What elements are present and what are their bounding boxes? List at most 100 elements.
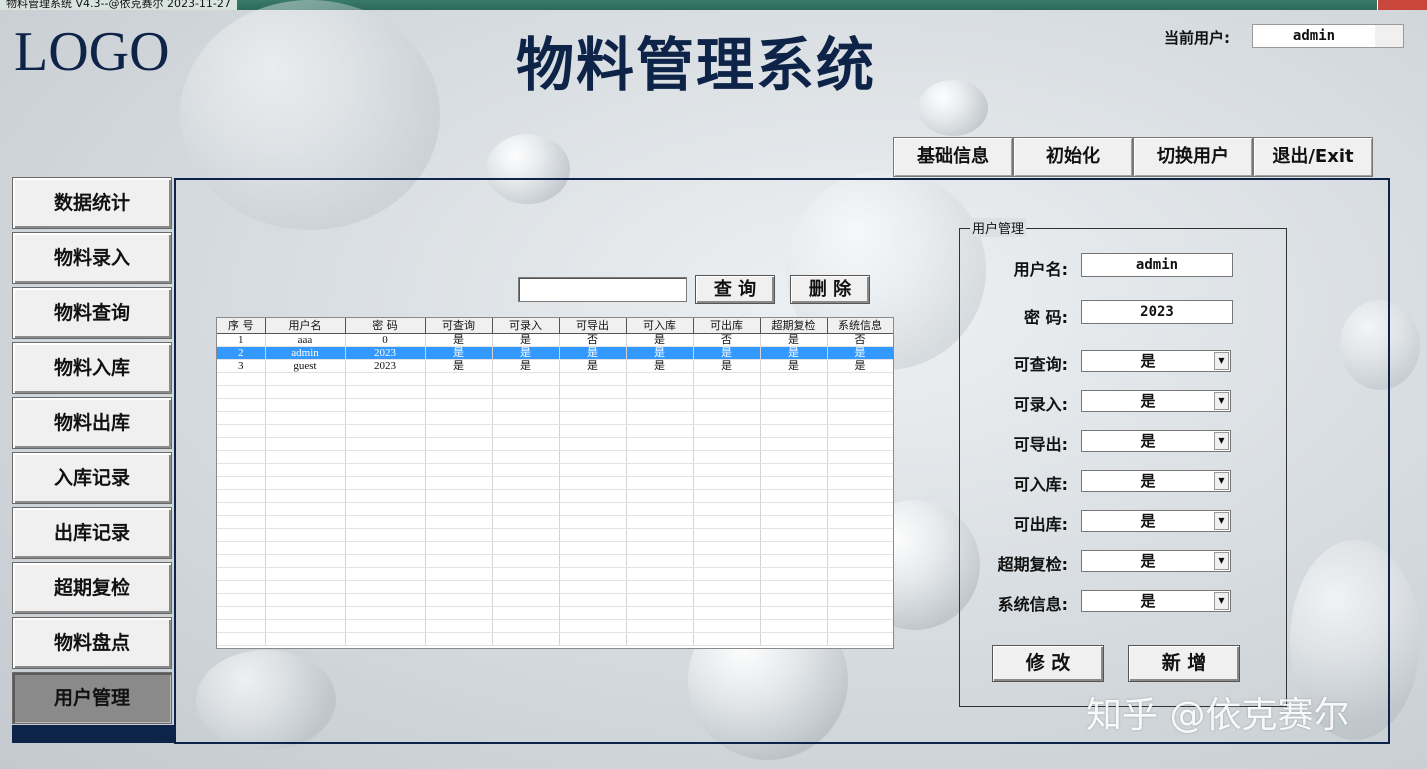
table-cell[interactable] bbox=[345, 580, 426, 594]
table-cell[interactable] bbox=[693, 450, 761, 464]
table-cell[interactable] bbox=[760, 372, 828, 386]
table-cell[interactable] bbox=[492, 463, 560, 477]
table-row[interactable] bbox=[217, 424, 893, 438]
table-cell[interactable] bbox=[626, 593, 694, 607]
column-header-can-entry[interactable]: 可录入 bbox=[492, 318, 560, 334]
table-cell[interactable] bbox=[827, 502, 893, 516]
table-cell[interactable] bbox=[626, 411, 694, 425]
table-cell[interactable] bbox=[425, 541, 493, 555]
column-header-system-info[interactable]: 系统信息 bbox=[827, 318, 893, 334]
table-row[interactable] bbox=[217, 463, 893, 477]
table-cell[interactable] bbox=[217, 411, 266, 425]
table-cell[interactable] bbox=[693, 385, 761, 399]
table-cell[interactable] bbox=[265, 385, 346, 399]
table-row[interactable] bbox=[217, 437, 893, 451]
table-row[interactable] bbox=[217, 450, 893, 464]
table-cell[interactable] bbox=[559, 580, 627, 594]
sidebar-item-out-records[interactable]: 出库记录 bbox=[12, 507, 172, 559]
table-cell[interactable] bbox=[626, 567, 694, 581]
table-cell[interactable] bbox=[492, 489, 560, 503]
column-header-username[interactable]: 用户名 bbox=[265, 318, 346, 334]
user-table[interactable]: 序 号 用户名 密 码 可查询 可录入 可导出 可入库 可出库 超期复检 系统信… bbox=[216, 317, 894, 649]
table-cell[interactable] bbox=[559, 554, 627, 568]
table-cell[interactable]: 是 bbox=[559, 359, 627, 373]
table-cell[interactable] bbox=[492, 619, 560, 633]
column-header-can-query[interactable]: 可查询 bbox=[425, 318, 493, 334]
table-cell[interactable]: 是 bbox=[492, 359, 560, 373]
can-stock-out-select[interactable]: 是 ▼ bbox=[1081, 510, 1231, 532]
table-cell[interactable]: 是 bbox=[425, 359, 493, 373]
table-cell[interactable] bbox=[265, 424, 346, 438]
table-cell[interactable]: 否 bbox=[827, 333, 893, 347]
table-cell[interactable] bbox=[760, 580, 828, 594]
table-cell[interactable] bbox=[345, 424, 426, 438]
table-cell[interactable] bbox=[693, 411, 761, 425]
table-cell[interactable] bbox=[217, 541, 266, 555]
add-button[interactable]: 新 增 bbox=[1128, 645, 1240, 682]
table-cell[interactable] bbox=[559, 502, 627, 516]
table-cell[interactable] bbox=[425, 567, 493, 581]
table-cell[interactable]: 是 bbox=[425, 346, 493, 360]
table-cell[interactable] bbox=[760, 554, 828, 568]
table-cell[interactable] bbox=[693, 437, 761, 451]
table-cell[interactable] bbox=[217, 437, 266, 451]
table-cell[interactable]: 是 bbox=[626, 333, 694, 347]
table-cell[interactable] bbox=[559, 515, 627, 529]
table-cell[interactable] bbox=[265, 528, 346, 542]
sidebar-item-user-management[interactable]: 用户管理 bbox=[12, 672, 172, 724]
table-cell[interactable] bbox=[626, 554, 694, 568]
table-cell[interactable] bbox=[827, 463, 893, 477]
table-cell[interactable] bbox=[265, 554, 346, 568]
sidebar-item-material-query[interactable]: 物料查询 bbox=[12, 287, 172, 339]
chevron-down-icon[interactable]: ▼ bbox=[1214, 552, 1229, 570]
table-cell[interactable] bbox=[559, 424, 627, 438]
table-cell[interactable] bbox=[693, 476, 761, 490]
table-cell[interactable]: 否 bbox=[693, 333, 761, 347]
table-cell[interactable] bbox=[760, 411, 828, 425]
table-cell[interactable] bbox=[760, 385, 828, 399]
table-cell[interactable] bbox=[760, 606, 828, 620]
table-cell[interactable] bbox=[827, 593, 893, 607]
table-cell[interactable] bbox=[827, 567, 893, 581]
delete-button[interactable]: 删 除 bbox=[790, 275, 870, 304]
table-cell[interactable] bbox=[559, 398, 627, 412]
table-cell[interactable] bbox=[265, 541, 346, 555]
table-cell[interactable] bbox=[693, 606, 761, 620]
table-cell[interactable] bbox=[492, 528, 560, 542]
sidebar-item-material-entry[interactable]: 物料录入 bbox=[12, 232, 172, 284]
table-cell[interactable] bbox=[425, 450, 493, 464]
table-cell[interactable] bbox=[345, 528, 426, 542]
table-cell[interactable]: 1 bbox=[217, 333, 266, 347]
table-cell[interactable] bbox=[559, 567, 627, 581]
table-row[interactable] bbox=[217, 502, 893, 516]
table-cell[interactable] bbox=[265, 619, 346, 633]
table-cell[interactable] bbox=[492, 593, 560, 607]
table-cell[interactable] bbox=[693, 567, 761, 581]
table-cell[interactable] bbox=[626, 515, 694, 529]
table-cell[interactable] bbox=[425, 476, 493, 490]
sidebar-item-in-records[interactable]: 入库记录 bbox=[12, 452, 172, 504]
table-cell[interactable] bbox=[217, 606, 266, 620]
table-cell[interactable] bbox=[492, 580, 560, 594]
table-cell[interactable]: 2023 bbox=[345, 359, 426, 373]
table-cell[interactable] bbox=[626, 606, 694, 620]
table-cell[interactable]: 是 bbox=[559, 346, 627, 360]
table-row[interactable] bbox=[217, 541, 893, 555]
table-cell[interactable] bbox=[693, 632, 761, 646]
table-cell[interactable] bbox=[345, 372, 426, 386]
table-cell[interactable] bbox=[345, 463, 426, 477]
table-cell[interactable] bbox=[345, 476, 426, 490]
table-cell[interactable] bbox=[827, 424, 893, 438]
table-cell[interactable] bbox=[217, 593, 266, 607]
table-row[interactable] bbox=[217, 411, 893, 425]
table-cell[interactable] bbox=[217, 567, 266, 581]
table-cell[interactable] bbox=[217, 372, 266, 386]
table-cell[interactable] bbox=[492, 554, 560, 568]
table-cell[interactable]: 是 bbox=[492, 346, 560, 360]
table-cell[interactable] bbox=[345, 515, 426, 529]
table-cell[interactable] bbox=[693, 619, 761, 633]
table-cell[interactable] bbox=[492, 476, 560, 490]
password-field[interactable]: 2023 bbox=[1081, 300, 1233, 324]
table-row[interactable]: 2 admin 2023 是是是是是是是 bbox=[217, 346, 893, 360]
table-cell[interactable] bbox=[626, 476, 694, 490]
